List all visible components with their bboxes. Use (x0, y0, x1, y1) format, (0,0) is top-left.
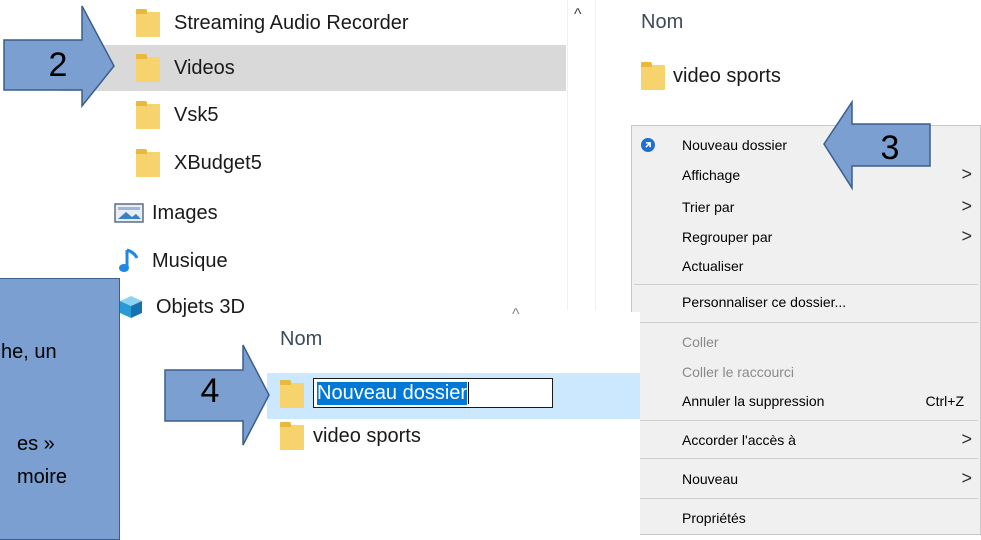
selected-rename-text: Nouveau dossier (317, 381, 468, 405)
cube-3d-icon (118, 294, 144, 320)
menu-item-personnaliser[interactable]: Personnaliser ce dossier... (682, 294, 846, 310)
callout-number-2: 2 (48, 46, 68, 84)
menu-separator (634, 284, 978, 285)
pictures-icon (114, 202, 144, 224)
nav-item-label: Musique (152, 249, 228, 272)
nav-scrollbar[interactable]: ^ (567, 0, 596, 310)
callout-text: es » (17, 433, 55, 455)
menu-item-nouveau-dossier[interactable]: Nouveau dossier (682, 137, 787, 153)
column-header-nom[interactable]: Nom (641, 11, 683, 34)
callout-box: he, un es » moire (0, 278, 120, 540)
nav-item-streaming-audio-recorder[interactable]: Streaming Audio Recorder (136, 0, 566, 46)
list-item-label: video sports (313, 424, 421, 447)
list-item[interactable]: video sports (280, 422, 421, 450)
folder-icon (641, 62, 665, 90)
column-header-nom[interactable]: Nom (280, 328, 322, 351)
menu-separator (634, 420, 978, 421)
text-caret (468, 382, 470, 404)
menu-separator (634, 498, 978, 499)
nav-item-label: Vsk5 (174, 103, 219, 126)
nav-item-vsk5[interactable]: Vsk5 (136, 92, 566, 138)
nav-item-label: Objets 3D (156, 295, 245, 318)
list-item[interactable]: video sports (641, 62, 781, 90)
menu-item-nouveau[interactable]: Nouveau (682, 471, 738, 487)
menu-item-coller-raccourci: Coller le raccourci (682, 364, 795, 380)
chevron-right-icon: > (961, 226, 972, 246)
callout-text: he, un (1, 341, 57, 363)
nav-item-label: Images (152, 201, 218, 224)
menu-item-coller: Coller (682, 334, 719, 350)
nav-item-images[interactable]: Images (114, 190, 566, 236)
rename-input[interactable]: Nouveau dossier (313, 378, 553, 408)
callout-number-4: 4 (200, 372, 220, 410)
chevron-right-icon: > (961, 164, 972, 184)
menu-item-trier-par[interactable]: Trier par (682, 199, 734, 215)
nav-item-xbudget5[interactable]: XBudget5 (136, 140, 566, 186)
chevron-right-icon: > (961, 196, 972, 216)
scroll-up-arrow-icon[interactable]: ^ (574, 6, 582, 24)
menu-separator (634, 322, 978, 323)
menu-separator (634, 458, 978, 459)
music-note-icon (118, 247, 142, 275)
folder-icon (136, 9, 160, 37)
new-folder-icon (641, 138, 655, 152)
menu-item-regrouper-par[interactable]: Regrouper par (682, 229, 772, 245)
callout-text: moire (17, 466, 68, 488)
menu-item-actualiser[interactable]: Actualiser (682, 258, 743, 274)
list-item-label: video sports (673, 64, 781, 87)
nav-item-label: Streaming Audio Recorder (174, 11, 409, 34)
folder-icon (136, 101, 160, 129)
nav-item-videos[interactable]: Videos (60, 45, 566, 91)
nav-item-label: Videos (174, 56, 235, 79)
chevron-right-icon: > (961, 429, 972, 449)
menu-item-affichage[interactable]: Affichage (682, 167, 740, 183)
menu-shortcut: Ctrl+Z (925, 393, 965, 409)
menu-item-accorder-acces[interactable]: Accorder l'accès à (682, 432, 796, 448)
folder-icon (136, 149, 160, 177)
sort-ascending-icon: ^ (512, 306, 520, 323)
menu-item-proprietes[interactable]: Propriétés (682, 510, 746, 526)
folder-icon (280, 422, 304, 450)
callout-number-3: 3 (880, 129, 900, 167)
nav-item-musique[interactable]: Musique (118, 238, 566, 284)
chevron-right-icon: > (961, 468, 972, 488)
nav-item-label: XBudget5 (174, 151, 262, 174)
folder-icon (136, 54, 160, 82)
menu-item-annuler-suppression[interactable]: Annuler la suppression (682, 393, 824, 409)
